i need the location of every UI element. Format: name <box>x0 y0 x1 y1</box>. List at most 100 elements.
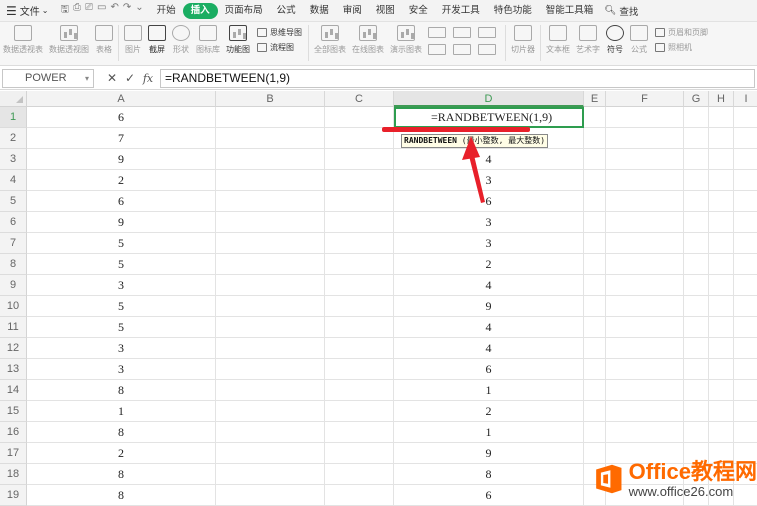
cell[interactable] <box>325 359 394 380</box>
cell[interactable] <box>684 233 709 254</box>
cell[interactable] <box>606 212 684 233</box>
cell[interactable] <box>216 464 325 485</box>
cell[interactable]: 8 <box>394 464 584 485</box>
save-icon[interactable]: 🖫 <box>60 2 69 19</box>
cell[interactable] <box>584 191 606 212</box>
cell[interactable]: 9 <box>394 443 584 464</box>
column-header-g[interactable]: G <box>684 91 709 107</box>
cell[interactable] <box>325 380 394 401</box>
chevron-down-icon[interactable]: ▾ <box>85 74 89 83</box>
cell[interactable] <box>216 233 325 254</box>
cell[interactable] <box>216 128 325 149</box>
textbox-button[interactable]: 文本框 <box>543 25 573 55</box>
cell[interactable] <box>684 317 709 338</box>
shape-button[interactable]: 形状 <box>169 25 193 55</box>
search-command[interactable]: 🔍︎ 查找 <box>604 4 638 18</box>
all-charts-button[interactable]: 全部图表 <box>311 25 349 55</box>
cell[interactable] <box>216 359 325 380</box>
cell[interactable] <box>684 275 709 296</box>
bar-chart-icon[interactable] <box>428 44 446 55</box>
cell[interactable]: 8 <box>27 485 216 506</box>
cell[interactable] <box>606 317 684 338</box>
row-header[interactable]: 5 <box>0 191 27 212</box>
column-header-f[interactable]: F <box>606 91 684 107</box>
cell[interactable] <box>216 317 325 338</box>
cell[interactable] <box>709 359 734 380</box>
cell[interactable] <box>606 296 684 317</box>
column-header-c[interactable]: C <box>325 91 394 107</box>
cell[interactable] <box>584 338 606 359</box>
cell[interactable] <box>606 422 684 443</box>
cell[interactable] <box>216 401 325 422</box>
cell[interactable] <box>216 170 325 191</box>
screenshot-button[interactable]: 截屏 <box>145 25 169 55</box>
cell[interactable] <box>684 212 709 233</box>
cell[interactable] <box>606 359 684 380</box>
tab-8[interactable]: 开发工具 <box>435 3 487 19</box>
cell[interactable] <box>325 464 394 485</box>
cell[interactable] <box>734 380 757 401</box>
cell[interactable]: 2 <box>27 170 216 191</box>
cell[interactable]: 9 <box>27 212 216 233</box>
cell[interactable] <box>684 149 709 170</box>
cell[interactable]: 6 <box>27 107 216 128</box>
cell[interactable] <box>216 296 325 317</box>
pivot-chart-button[interactable]: 数据透视图 <box>46 25 92 55</box>
tab-3[interactable]: 公式 <box>270 3 303 19</box>
cell[interactable]: 3 <box>27 359 216 380</box>
insert-function-icon[interactable]: fx <box>140 72 156 85</box>
cell[interactable] <box>606 338 684 359</box>
cell[interactable] <box>709 170 734 191</box>
scatter-chart-icon[interactable] <box>478 44 496 55</box>
cell[interactable] <box>216 338 325 359</box>
cell[interactable] <box>684 401 709 422</box>
column-chart-icon[interactable] <box>428 27 446 38</box>
cell[interactable] <box>584 233 606 254</box>
cell[interactable] <box>709 233 734 254</box>
cell[interactable] <box>684 422 709 443</box>
pie-chart-icon[interactable] <box>478 27 496 38</box>
tab-5[interactable]: 审阅 <box>336 3 369 19</box>
row-header[interactable]: 7 <box>0 233 27 254</box>
cell[interactable] <box>325 485 394 506</box>
cell[interactable] <box>606 233 684 254</box>
cell[interactable] <box>606 191 684 212</box>
print-icon[interactable]: ⎚ <box>85 2 93 19</box>
cell[interactable] <box>325 233 394 254</box>
row-header[interactable]: 2 <box>0 128 27 149</box>
export-icon[interactable]: ⎙ <box>73 2 81 19</box>
tab-0[interactable]: 开始 <box>150 3 183 19</box>
table-button[interactable]: 表格 <box>92 25 116 55</box>
cell[interactable]: 3 <box>394 170 584 191</box>
cell[interactable] <box>584 296 606 317</box>
cell[interactable] <box>709 380 734 401</box>
picture-button[interactable]: 图片 <box>121 25 145 55</box>
cell[interactable] <box>216 212 325 233</box>
slide-chart-button[interactable]: 演示图表 <box>387 25 425 55</box>
cell[interactable]: 8 <box>27 380 216 401</box>
cell[interactable] <box>709 317 734 338</box>
cell[interactable]: 5 <box>27 254 216 275</box>
row-header[interactable]: 1 <box>0 107 27 128</box>
row-header[interactable]: 11 <box>0 317 27 338</box>
row-header[interactable]: 16 <box>0 422 27 443</box>
cell[interactable] <box>709 296 734 317</box>
cell[interactable] <box>709 128 734 149</box>
customize-icon[interactable]: ⌄ <box>135 2 143 19</box>
row-header[interactable]: 18 <box>0 464 27 485</box>
wordart-button[interactable]: 艺术字 <box>573 25 603 55</box>
cell[interactable] <box>216 275 325 296</box>
icon-library-button[interactable]: 图标库 <box>193 25 223 55</box>
formula-input[interactable]: =RANDBETWEEN(1,9) <box>160 68 755 88</box>
cell[interactable] <box>734 275 757 296</box>
column-header-h[interactable]: H <box>709 91 734 107</box>
cell[interactable] <box>584 422 606 443</box>
cell[interactable] <box>709 254 734 275</box>
cell[interactable] <box>684 296 709 317</box>
cell[interactable] <box>325 191 394 212</box>
cell[interactable] <box>606 275 684 296</box>
cell[interactable] <box>709 275 734 296</box>
slicer-button[interactable]: 切片器 <box>508 25 538 55</box>
cell[interactable]: 6 <box>394 359 584 380</box>
column-header-a[interactable]: A <box>27 91 216 107</box>
